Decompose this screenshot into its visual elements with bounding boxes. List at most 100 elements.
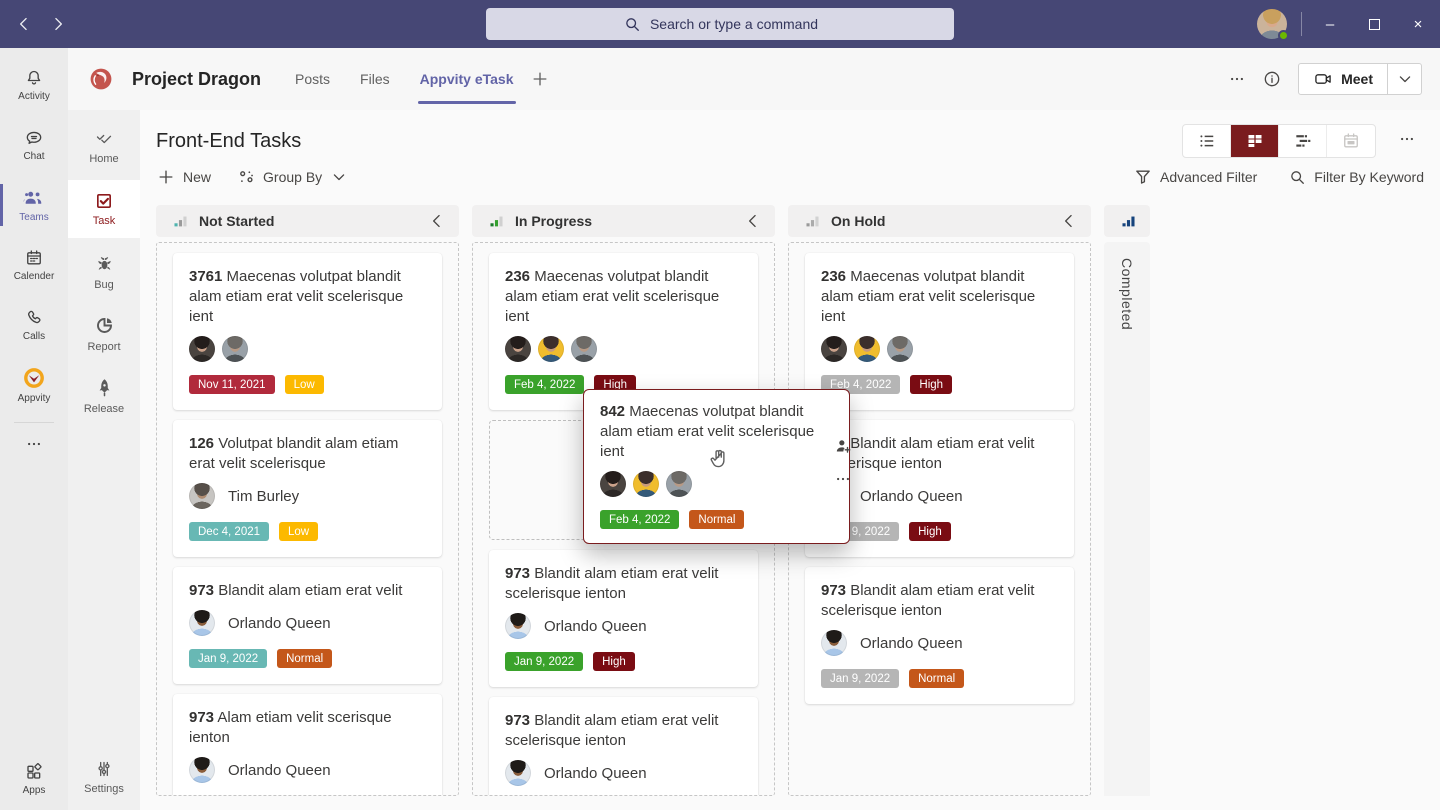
task-title: 973 Blandit alam etiam erat velit sceler… <box>821 434 1058 474</box>
view-timeline-button[interactable] <box>1279 125 1327 157</box>
new-label: New <box>183 169 211 185</box>
chat-icon <box>24 128 44 148</box>
filter-by-keyword-input[interactable]: Filter By Keyword <box>1287 167 1424 187</box>
app-rail-more-button[interactable] <box>0 429 68 459</box>
app-rail-item-teams[interactable]: Teams <box>0 176 68 234</box>
column-name: On Hold <box>831 213 885 229</box>
priority-badge: High <box>593 652 635 671</box>
module-rail-item-report[interactable]: Report <box>68 304 140 362</box>
task-id: 973 <box>505 565 530 582</box>
window-close-button[interactable]: × <box>1396 0 1440 48</box>
assignee-avatar <box>189 483 215 509</box>
collapse-column-button[interactable] <box>427 211 447 231</box>
task-card[interactable]: 973 Blandit alam etiam erat velit sceler… <box>489 550 758 687</box>
due-date-badge: Feb 4, 2022 <box>600 510 679 529</box>
chevron-right-icon <box>48 14 68 34</box>
app-rail-item-appvity[interactable]: Appvity <box>0 356 68 414</box>
window-maximize-button[interactable] <box>1352 0 1396 48</box>
task-card[interactable]: 973 Blandit alam etiam erat velit sceler… <box>489 697 758 796</box>
task-card[interactable]: 973 Blandit alam etiam erat velitOrlando… <box>173 567 442 684</box>
task-title: 973 Alam etiam velit scerisque ienton <box>189 708 426 748</box>
column-header[interactable]: In Progress <box>472 205 775 237</box>
search-placeholder: Search or type a command <box>650 16 818 32</box>
module-rail-item-release[interactable]: Release <box>68 366 140 424</box>
tab-files[interactable]: Files <box>348 48 402 110</box>
task-card[interactable]: 973 Alam etiam velit scerisque ienton Orl… <box>173 694 442 796</box>
collapsed-column-strip[interactable]: Completed <box>1104 242 1150 796</box>
due-date-badge: Nov 11, 2021 <box>189 375 275 394</box>
task-card[interactable]: 3761 Maecenas volutpat blandit alam etia… <box>173 253 442 410</box>
dragged-task-card[interactable]: 842 Maecenas volutpat blandit alam etiam… <box>583 389 850 544</box>
rail-item-label: Home <box>89 153 118 165</box>
apps-icon <box>24 762 44 782</box>
collapse-column-button[interactable] <box>743 211 763 231</box>
board-more-button[interactable] <box>1398 130 1416 148</box>
module-rail-item-home[interactable]: Home <box>68 118 140 176</box>
task-id: 973 <box>821 582 846 599</box>
column-name: In Progress <box>515 213 592 229</box>
priority-badge: Low <box>285 375 324 394</box>
window-minimize-button[interactable]: – <box>1308 0 1352 48</box>
channel-more-button[interactable] <box>1228 70 1246 88</box>
column-header[interactable]: Not Started <box>156 205 459 237</box>
calendar-icon <box>24 248 44 268</box>
new-task-button[interactable]: New <box>156 167 211 187</box>
column-status-chart-icon <box>172 213 189 230</box>
task-id: 3761 <box>189 268 222 285</box>
nav-forward-button[interactable] <box>48 14 68 34</box>
assignee-name: Orlando Queen <box>228 762 331 779</box>
assign-person-button[interactable] <box>833 436 853 456</box>
advanced-filter-button[interactable]: Advanced Filter <box>1133 167 1257 187</box>
module-rail-item-bug[interactable]: Bug <box>68 242 140 300</box>
tab-posts[interactable]: Posts <box>283 48 342 110</box>
app-rail-item-calls[interactable]: Calls <box>0 296 68 354</box>
settings-icon <box>94 759 114 779</box>
rail-item-label: Task <box>93 215 116 227</box>
chevron-down-icon <box>329 167 349 187</box>
channel-tabs: PostsFilesAppvity eTask <box>283 48 525 110</box>
app-rail-item-calender[interactable]: Calender <box>0 236 68 294</box>
column-header[interactable] <box>1104 205 1150 237</box>
column-header[interactable]: On Hold <box>788 205 1091 237</box>
rail-item-label: Bug <box>94 279 114 291</box>
task-title: 973 Blandit alam etiam erat velit sceler… <box>821 581 1058 621</box>
priority-badge: Low <box>279 522 318 541</box>
task-card[interactable]: 236 Maecenas volutpat blandit alam etiam… <box>805 253 1074 410</box>
tab-appvity-etask[interactable]: Appvity eTask <box>408 48 526 110</box>
task-card[interactable]: 236 Maecenas volutpat blandit alam etiam… <box>489 253 758 410</box>
assignee-avatar <box>600 471 626 497</box>
collapse-column-button[interactable] <box>1059 211 1079 231</box>
command-search-input[interactable]: Search or type a command <box>486 8 954 40</box>
calendar-view-icon <box>1341 131 1361 151</box>
module-rail-item-settings[interactable]: Settings <box>68 748 140 806</box>
etask-module-rail: Home Task Bug Report Release Settings <box>68 110 140 810</box>
due-date-badge: Jan 9, 2022 <box>821 669 899 688</box>
app-rail-item-chat[interactable]: Chat <box>0 116 68 174</box>
grab-hand-cursor-icon <box>706 445 732 471</box>
column-name: Completed <box>1119 258 1135 796</box>
group-by-dropdown[interactable]: Group By <box>237 167 349 187</box>
nav-back-button[interactable] <box>14 14 34 34</box>
meet-button[interactable]: Meet <box>1299 64 1387 94</box>
task-id: 126 <box>189 435 214 452</box>
app-rail-item-apps[interactable]: Apps <box>0 750 68 808</box>
task-title: 3761 Maecenas volutpat blandit alam etia… <box>189 267 426 327</box>
priority-badge: Normal <box>689 510 744 529</box>
rail-item-label: Calender <box>14 271 55 282</box>
task-card[interactable]: 973 Blandit alam etiam erat velit sceler… <box>805 567 1074 704</box>
ellipsis-icon <box>25 435 43 453</box>
module-rail-item-task[interactable]: Task <box>68 180 140 238</box>
view-kanban-button[interactable] <box>1231 125 1279 157</box>
info-icon <box>1262 69 1282 89</box>
view-list-button[interactable] <box>1183 125 1231 157</box>
add-tab-button[interactable] <box>530 69 550 89</box>
task-card[interactable]: 126 Volutpat blandit alam etiam erat vel… <box>173 420 442 557</box>
kanban-column-not-started: Not Started 3761 Maecenas volutpat blandi… <box>156 205 459 796</box>
card-more-button[interactable] <box>834 470 852 488</box>
channel-info-button[interactable] <box>1262 69 1282 89</box>
user-avatar[interactable] <box>1257 9 1287 39</box>
view-switcher <box>1182 124 1376 158</box>
meet-dropdown-button[interactable] <box>1387 64 1421 94</box>
app-rail-item-activity[interactable]: Activity <box>0 56 68 114</box>
rail-item-label: Report <box>87 341 120 353</box>
